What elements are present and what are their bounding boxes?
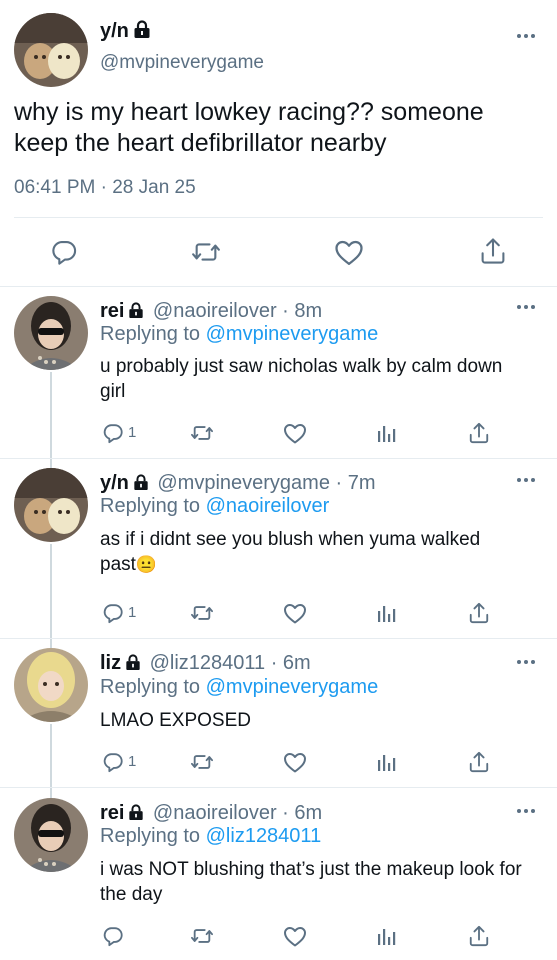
reply-icon[interactable] (102, 751, 124, 773)
avatar[interactable] (14, 296, 88, 370)
share-icon[interactable] (479, 236, 507, 266)
thread-line (50, 372, 52, 468)
avatar[interactable] (14, 648, 88, 722)
main-timestamp[interactable]: 06:41 PM · 28 Jan 25 (14, 177, 196, 199)
share-icon[interactable] (468, 924, 490, 948)
reply-text: i was NOT blushing that’s just the makeu… (100, 859, 522, 905)
handle-time[interactable]: @naoireilover · 6m (153, 802, 322, 824)
divider (14, 217, 543, 218)
share-icon[interactable] (468, 601, 490, 625)
retweet-icon[interactable] (190, 238, 222, 266)
display-name[interactable]: liz (100, 652, 121, 674)
reply-text-container: as if i didnt see you blush when yuma wa… (100, 527, 520, 577)
replying-to-link[interactable]: @mvpineverygame (206, 323, 379, 345)
main-avatar[interactable] (14, 13, 88, 87)
divider (0, 787, 557, 788)
main-handle[interactable]: @mvpineverygame (100, 52, 264, 74)
main-tweet-text: why is my heart lowkey racing?? someone … (14, 98, 484, 157)
like-icon[interactable] (283, 422, 307, 444)
more-icon[interactable] (517, 302, 539, 312)
avatar[interactable] (14, 468, 88, 542)
replying-label: Replying to (100, 825, 206, 847)
reply-icon[interactable] (50, 238, 78, 266)
reply-text: u probably just saw nicholas walk by cal… (100, 356, 503, 402)
handle-time[interactable]: @liz1284011 · 6m (150, 652, 311, 674)
reply-count: 1 (128, 753, 137, 770)
display-name[interactable]: y/n (100, 472, 129, 494)
like-icon[interactable] (334, 238, 364, 266)
like-icon[interactable] (283, 602, 307, 624)
retweet-icon[interactable] (189, 925, 215, 947)
reply-icon[interactable] (102, 925, 124, 947)
divider (0, 458, 557, 459)
like-icon[interactable] (283, 925, 307, 947)
more-icon[interactable] (517, 806, 539, 816)
replying-to-link[interactable]: @liz1284011 (206, 825, 322, 847)
lock-icon (128, 804, 144, 826)
thread-line (50, 724, 52, 800)
display-name[interactable]: rei (100, 300, 124, 322)
analytics-icon[interactable] (376, 423, 396, 443)
analytics-icon[interactable] (376, 926, 396, 946)
replying-label: Replying to (100, 323, 206, 345)
thread-line (50, 544, 52, 648)
retweet-icon[interactable] (189, 751, 215, 773)
lock-icon (125, 654, 141, 676)
handle-time[interactable]: @mvpineverygame · 7m (157, 472, 375, 494)
avatar[interactable] (14, 798, 88, 872)
like-icon[interactable] (283, 751, 307, 773)
retweet-icon[interactable] (189, 422, 215, 444)
share-icon[interactable] (468, 750, 490, 774)
neutral-face-emoji: 😐 (135, 555, 158, 574)
analytics-icon[interactable] (376, 752, 396, 772)
more-icon[interactable] (517, 657, 539, 667)
reply-count: 1 (128, 604, 137, 621)
divider (0, 638, 557, 639)
lock-icon (133, 20, 151, 45)
share-icon[interactable] (468, 421, 490, 445)
replying-to-link[interactable]: @mvpineverygame (206, 676, 379, 698)
reply-icon[interactable] (102, 422, 124, 444)
analytics-icon[interactable] (376, 603, 396, 623)
handle-time[interactable]: @naoireilover · 8m (153, 300, 322, 322)
divider (0, 286, 557, 287)
replying-label: Replying to (100, 495, 206, 517)
reply-count: 1 (128, 424, 137, 441)
display-name[interactable]: rei (100, 802, 124, 824)
replying-to-link[interactable]: @naoireilover (206, 495, 330, 517)
more-icon[interactable] (517, 31, 539, 41)
reply-text: LMAO EXPOSED (100, 710, 251, 731)
reply-icon[interactable] (102, 602, 124, 624)
replying-label: Replying to (100, 676, 206, 698)
more-icon[interactable] (517, 475, 539, 485)
retweet-icon[interactable] (189, 602, 215, 624)
lock-icon (128, 302, 144, 324)
lock-icon (133, 474, 149, 496)
main-display-name[interactable]: y/n (100, 20, 129, 42)
